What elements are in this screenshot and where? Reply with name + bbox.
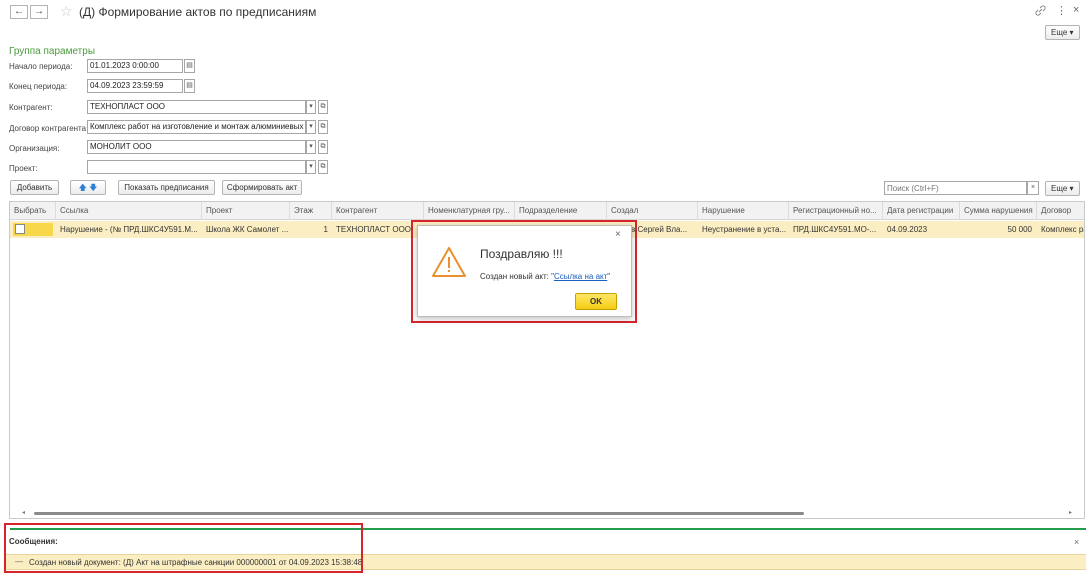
open-link-icon[interactable]: ⧉ <box>318 160 328 174</box>
dialog-close-icon[interactable]: × <box>615 229 621 240</box>
scroll-right-icon[interactable]: ▸ <box>1069 510 1072 516</box>
move-buttons: 🡅 🡇 <box>70 180 106 195</box>
search-input[interactable] <box>884 181 1027 195</box>
forward-button[interactable]: → <box>30 5 48 19</box>
cell-link: Нарушение - (№ ПРД.ШКС4У591.М... <box>60 225 198 234</box>
period-start-input[interactable]: 01.01.2023 0:00:00 <box>87 59 183 73</box>
arrow-down-icon[interactable]: 🡇 <box>89 183 97 192</box>
counterparty-input[interactable]: ТЕХНОПЛАСТ ООО <box>87 100 306 114</box>
arrow-up-icon[interactable]: 🡅 <box>79 183 87 192</box>
counterparty-label: Контрагент: <box>9 103 53 112</box>
cell-reg-date: 04.09.2023 <box>887 225 928 234</box>
link-icon[interactable] <box>1035 5 1046 19</box>
dropdown-arrow-icon[interactable]: ▾ <box>306 140 316 154</box>
column-header[interactable]: Номенклатурная гру... <box>424 202 515 220</box>
project-label: Проект: <box>9 164 38 173</box>
act-link[interactable]: Ссылка на акт <box>554 272 607 281</box>
column-header[interactable]: Нарушение <box>698 202 789 220</box>
messages-highlight-frame <box>4 523 363 573</box>
menu-dots-icon[interactable]: ⋮ <box>1056 4 1067 17</box>
dialog-text-prefix: Создан новый акт: " <box>480 272 554 281</box>
scroll-left-icon[interactable]: ◂ <box>22 510 25 516</box>
column-header[interactable]: Контрагент <box>332 202 424 220</box>
contract-label: Договор контрагента: <box>9 124 89 133</box>
warning-icon <box>431 246 467 280</box>
select-cell <box>13 223 53 236</box>
project-input[interactable] <box>87 160 306 174</box>
organization-input[interactable]: МОНОЛИТ ООО <box>87 140 306 154</box>
column-header[interactable]: Этаж <box>290 202 332 220</box>
cell-floor: 1 <box>323 225 328 234</box>
page-title: (Д) Формирование актов по предписаниям <box>79 5 317 19</box>
period-end-label: Конец периода: <box>9 82 68 91</box>
scrollbar-thumb[interactable] <box>34 512 804 515</box>
column-header[interactable]: Договор <box>1037 202 1084 220</box>
form-act-button[interactable]: Сформировать акт <box>222 180 302 195</box>
messages-close-icon[interactable]: × <box>1074 537 1079 547</box>
cell-reg-number: ПРД.ШКС4У591.МО-... <box>793 225 877 234</box>
column-header[interactable]: Подразделение <box>515 202 607 220</box>
group-title: Группа параметры <box>9 46 96 57</box>
cell-amount: 50 000 <box>1007 225 1032 234</box>
calendar-icon[interactable]: ▤ <box>184 59 195 73</box>
open-link-icon[interactable]: ⧉ <box>318 120 328 134</box>
ok-button[interactable]: OK <box>575 293 617 310</box>
cell-violation: Неустранение в уста... <box>702 225 787 234</box>
column-header[interactable]: Создал <box>607 202 698 220</box>
column-header[interactable]: Регистрационный но... <box>789 202 883 220</box>
open-link-icon[interactable]: ⧉ <box>318 140 328 154</box>
congrats-dialog: × Поздравляю !!! Создан новый акт: "Ссыл… <box>417 225 632 317</box>
show-prescriptions-button[interactable]: Показать предписания <box>118 180 215 195</box>
favorite-star-icon[interactable]: ☆ <box>60 3 73 20</box>
column-header[interactable]: Выбрать <box>10 202 56 220</box>
cell-project: Школа ЖК Самолет ... <box>206 225 289 234</box>
search-clear-icon[interactable]: × <box>1027 181 1039 195</box>
column-header[interactable]: Дата регистрации <box>883 202 960 220</box>
period-start-label: Начало периода: <box>9 62 73 71</box>
column-header[interactable]: Сумма нарушения <box>960 202 1037 220</box>
period-end-input[interactable]: 04.09.2023 23:59:59 <box>87 79 183 93</box>
cell-created-by: в Сергей Вла... <box>631 225 688 234</box>
cell-contract: Комплекс ра <box>1041 225 1084 234</box>
select-checkbox[interactable] <box>15 224 25 234</box>
contract-input[interactable]: Комплекс работ на изготовление и монтаж … <box>87 120 306 134</box>
dialog-text-suffix: " <box>607 272 611 281</box>
horizontal-scrollbar[interactable]: ◂ ▸ <box>22 510 1072 516</box>
organization-label: Организация: <box>9 144 60 153</box>
calendar-icon[interactable]: ▤ <box>184 79 195 93</box>
more-button-table[interactable]: Еще ▾ <box>1045 181 1080 196</box>
open-link-icon[interactable]: ⧉ <box>318 100 328 114</box>
title-bar: ← → ☆ (Д) Формирование актов по предписа… <box>0 0 1090 24</box>
column-header[interactable]: Проект <box>202 202 290 220</box>
column-header[interactable]: Ссылка <box>56 202 202 220</box>
window-close-icon[interactable]: × <box>1073 4 1079 16</box>
table-header: Выбрать Ссылка Проект Этаж Контрагент Но… <box>10 202 1084 220</box>
dialog-title: Поздравляю !!! <box>480 247 563 261</box>
dropdown-arrow-icon[interactable]: ▾ <box>306 100 316 114</box>
dialog-text: Создан новый акт: "Ссылка на акт" <box>480 272 610 281</box>
back-button[interactable]: ← <box>10 5 28 19</box>
dropdown-arrow-icon[interactable]: ▾ <box>306 120 316 134</box>
add-button[interactable]: Добавить <box>10 180 59 195</box>
dropdown-arrow-icon[interactable]: ▾ <box>306 160 316 174</box>
more-button-top[interactable]: Еще ▾ <box>1045 25 1080 40</box>
